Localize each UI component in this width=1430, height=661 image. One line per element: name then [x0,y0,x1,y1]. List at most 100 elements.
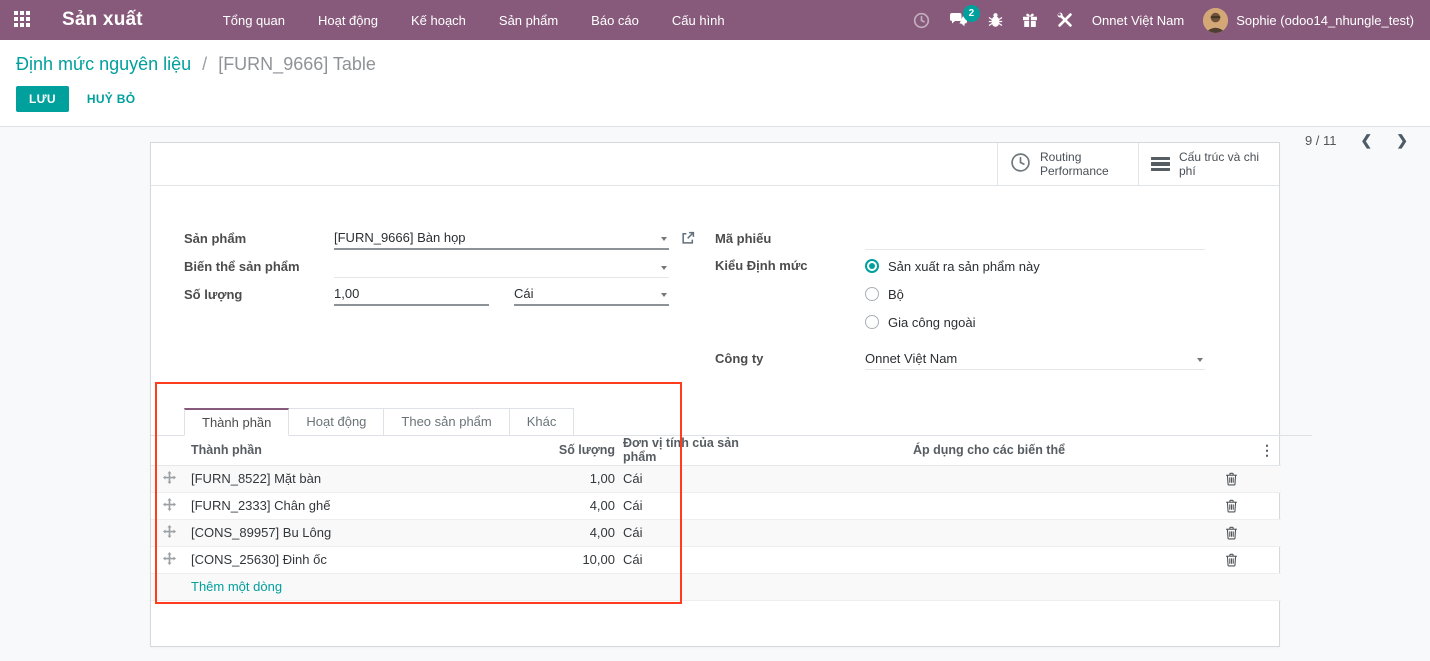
stat-button-label: Routing Performance [1040,150,1126,179]
quantity-cell[interactable]: 4,00 [509,519,619,546]
reference-field[interactable] [865,227,1205,250]
reference-label: Mã phiếu [715,231,865,246]
drag-handle-icon[interactable] [151,465,187,492]
chevron-down-icon[interactable] [661,293,667,297]
menu-item-products[interactable]: Sản phẩm [499,13,558,28]
chevron-down-icon[interactable] [661,266,667,270]
add-line-link[interactable]: Thêm một dòng [191,579,282,594]
chevron-down-icon[interactable] [1197,358,1203,362]
notebook: Thành phần Hoạt động Theo sản phẩm Khác … [151,408,1279,601]
gift-icon[interactable] [1022,12,1038,28]
product-field[interactable]: [FURN_9666] Bàn họp [334,227,669,250]
table-row[interactable]: [FURN_2333] Chân ghế 4,00 Cái [151,492,1281,519]
message-count-badge: 2 [963,5,980,22]
delete-row-icon[interactable] [1225,526,1238,540]
product-value: [FURN_9666] Bàn họp [334,230,466,245]
menu-item-operations[interactable]: Hoạt động [318,13,378,28]
apps-grid-icon[interactable] [14,11,32,29]
structure-cost-button[interactable]: Cấu trúc và chi phí [1138,143,1279,185]
app-menu: Tổng quan Hoạt động Kế hoạch Sản phẩm Bá… [223,13,725,28]
quantity-cell[interactable]: 4,00 [509,492,619,519]
top-navbar: Sản xuất Tổng quan Hoạt động Kế hoạch Sả… [0,0,1430,40]
pager-next-icon[interactable] [1396,132,1408,149]
column-header-uom[interactable]: Đơn vị tính của sản phẩm [619,436,769,465]
chevron-down-icon[interactable] [661,237,667,241]
messages-icon[interactable]: 2 [949,12,969,28]
menu-item-configuration[interactable]: Cấu hình [672,13,725,28]
routing-performance-button[interactable]: Routing Performance [997,143,1138,185]
column-header-quantity[interactable]: Số lượng [509,436,619,465]
company-switcher[interactable]: Onnet Việt Nam [1092,13,1184,28]
user-menu[interactable]: Sophie (odoo14_nhungle_test) [1203,8,1414,33]
stat-button-label: Cấu trúc và chi phí [1179,150,1267,179]
discard-button[interactable]: HUỶ BỎ [87,92,135,106]
quantity-value: 1,00 [334,286,359,301]
breadcrumb-parent-link[interactable]: Định mức nguyên liệu [16,54,191,74]
save-button[interactable]: LƯU [16,86,69,112]
component-cell[interactable]: [FURN_8522] Mặt bàn [187,465,509,492]
table-row[interactable]: [CONS_89957] Bu Lông 4,00 Cái [151,519,1281,546]
component-cell[interactable]: [FURN_2333] Chân ghế [187,492,509,519]
support-tools-icon[interactable] [1057,12,1073,28]
company-field[interactable]: Onnet Việt Nam [865,347,1205,370]
external-link-icon[interactable] [681,231,695,245]
radio-unselected-icon[interactable] [865,287,879,301]
column-header-component[interactable]: Thành phần [187,436,509,465]
variants-cell[interactable] [769,492,1209,519]
variants-cell[interactable] [769,546,1209,573]
tab-components[interactable]: Thành phần [184,408,289,436]
quantity-cell[interactable]: 1,00 [509,465,619,492]
radio-selected-icon[interactable] [865,259,879,273]
pager-previous-icon[interactable] [1361,132,1373,149]
component-cell[interactable]: [CONS_89957] Bu Lông [187,519,509,546]
drag-handle-icon[interactable] [151,519,187,546]
menu-item-overview[interactable]: Tổng quan [223,13,285,28]
variants-cell[interactable] [769,519,1209,546]
trash-column-header [1209,436,1253,465]
bom-type-radio-group: Sản xuất ra sản phẩm này Bộ Gia công ngo… [865,252,1040,336]
uom-value: Cái [514,286,534,301]
product-label: Sản phẩm [184,231,334,246]
form-sheet: Routing Performance Cấu trúc và chi phí … [150,142,1280,647]
component-cell[interactable]: [CONS_25630] Đinh ốc [187,546,509,573]
bug-icon[interactable] [988,12,1003,28]
bom-type-label: Kiểu Định mức [715,252,865,280]
drag-handle-icon[interactable] [151,546,187,573]
radio-option-kit[interactable]: Bộ [865,280,1040,308]
table-row[interactable]: [CONS_25630] Đinh ốc 10,00 Cái [151,546,1281,573]
table-row[interactable]: [FURN_8522] Mặt bàn 1,00 Cái [151,465,1281,492]
delete-row-icon[interactable] [1225,472,1238,486]
handle-column-header [151,436,187,465]
delete-row-icon[interactable] [1225,499,1238,513]
tab-misc[interactable]: Khác [509,408,575,436]
add-line-row: Thêm một dòng [151,573,1281,600]
breadcrumb-separator: / [202,54,207,74]
drag-handle-icon[interactable] [151,492,187,519]
company-value: Onnet Việt Nam [865,351,957,366]
uom-cell[interactable]: Cái [619,465,769,492]
uom-field[interactable]: Cái [514,283,669,306]
quantity-field[interactable]: 1,00 [334,283,489,306]
uom-cell[interactable]: Cái [619,519,769,546]
uom-cell[interactable]: Cái [619,546,769,573]
tab-byproducts[interactable]: Theo sản phẩm [383,408,508,436]
delete-row-icon[interactable] [1225,553,1238,567]
uom-cell[interactable]: Cái [619,492,769,519]
menu-item-planning[interactable]: Kế hoạch [411,13,466,28]
activities-clock-icon[interactable] [913,12,930,29]
breadcrumb: Định mức nguyên liệu / [FURN_9666] Table [16,54,1414,75]
column-header-variants[interactable]: Áp dụng cho các biến thể [769,436,1209,465]
app-title[interactable]: Sản xuất [62,9,143,31]
quantity-cell[interactable]: 10,00 [509,546,619,573]
breadcrumb-current: [FURN_9666] Table [218,54,376,74]
menu-item-reporting[interactable]: Báo cáo [591,13,639,28]
tab-operations[interactable]: Hoạt động [289,408,383,436]
variant-field[interactable] [334,255,669,278]
radio-option-produce[interactable]: Sản xuất ra sản phẩm này [865,252,1040,280]
variants-cell[interactable] [769,465,1209,492]
radio-option-subcontracting[interactable]: Gia công ngoài [865,308,1040,336]
bars-icon [1151,154,1170,174]
stat-button-box: Routing Performance Cấu trúc và chi phí [151,143,1279,186]
optional-columns-icon[interactable] [1253,436,1281,465]
radio-unselected-icon[interactable] [865,315,879,329]
